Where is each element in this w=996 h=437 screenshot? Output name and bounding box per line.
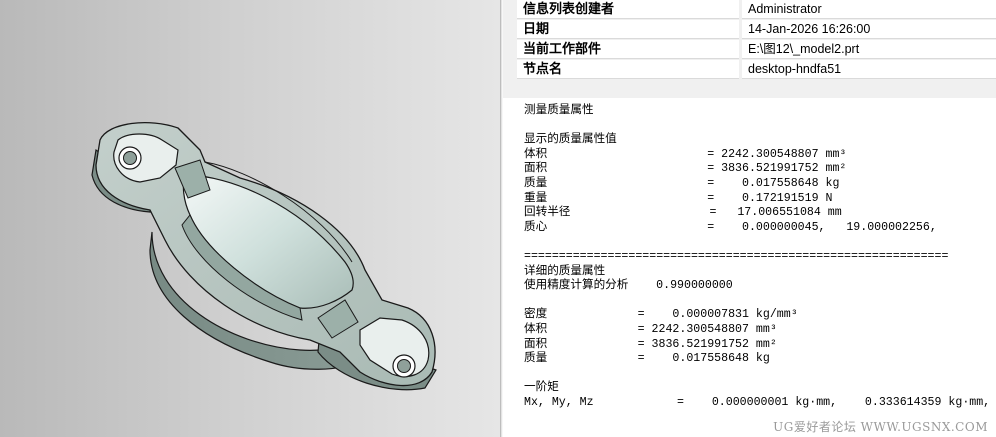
info-row-creator: 信息列表创建者 Administrator bbox=[517, 0, 996, 19]
info-row-work-part: 当前工作部件 E:\图12\_model2.prt bbox=[517, 40, 996, 59]
info-value: Administrator bbox=[742, 0, 996, 19]
information-window: 信息列表创建者 Administrator 日期 14-Jan-2026 16:… bbox=[503, 0, 996, 437]
graphics-viewport[interactable] bbox=[0, 0, 500, 437]
report-line bbox=[524, 294, 990, 309]
report-line: 体积 = 2242.300548807 mm³ bbox=[524, 147, 847, 161]
report-line: 一阶矩 bbox=[524, 381, 559, 395]
report-line bbox=[524, 119, 990, 134]
info-header-table: 信息列表创建者 Administrator 日期 14-Jan-2026 16:… bbox=[503, 0, 996, 98]
report-line: Mx, My, Mz = 0.000000001 kg·mm, 0.333614… bbox=[524, 395, 991, 409]
report-line: 密度 = 0.000007831 kg/mm³ bbox=[524, 308, 798, 322]
info-key: 信息列表创建者 bbox=[517, 0, 739, 19]
report-line: ========================================… bbox=[524, 249, 949, 263]
mass-properties-report: 测量质量属性 显示的质量属性值 体积 = 2242.300548807 mm³ 面积… bbox=[524, 104, 990, 425]
report-line: 质量 = 0.017558648 kg bbox=[524, 352, 770, 366]
info-row-date: 日期 14-Jan-2026 16:26:00 bbox=[517, 20, 996, 39]
report-line: 回转半径 = 17.006551084 mm bbox=[524, 206, 842, 220]
info-value: E:\图12\_model2.prt bbox=[742, 40, 996, 59]
report-line: 使用精度计算的分析 0.990000000 bbox=[524, 279, 733, 293]
report-line: 重量 = 0.172191519 N bbox=[524, 191, 833, 205]
part-model-3d bbox=[91, 122, 437, 391]
info-key: 节点名 bbox=[517, 60, 739, 79]
info-row-node-name: 节点名 desktop-hndfa51 bbox=[517, 60, 996, 79]
info-key: 当前工作部件 bbox=[517, 40, 739, 59]
info-key: 日期 bbox=[517, 20, 739, 39]
info-value: desktop-hndfa51 bbox=[742, 60, 996, 79]
report-line: 面积 = 3836.521991752 mm² bbox=[524, 337, 777, 351]
report-line: 详细的质量属性 bbox=[524, 264, 606, 278]
report-line bbox=[524, 235, 990, 250]
report-line: 测量质量属性 bbox=[524, 104, 594, 117]
report-line: 质量 = 0.017558648 kg bbox=[524, 176, 840, 190]
watermark-text: UG爱好者论坛 WWW.UGSNX.COM bbox=[773, 420, 988, 434]
info-value: 14-Jan-2026 16:26:00 bbox=[742, 20, 996, 39]
report-line bbox=[524, 367, 990, 382]
report-line: 质心 = 0.000000045, 19.000002256, bbox=[524, 220, 937, 234]
report-line: 面积 = 3836.521991752 mm² bbox=[524, 162, 847, 176]
report-line: 显示的质量属性值 bbox=[524, 133, 617, 147]
report-line: 体积 = 2242.300548807 mm³ bbox=[524, 322, 777, 336]
